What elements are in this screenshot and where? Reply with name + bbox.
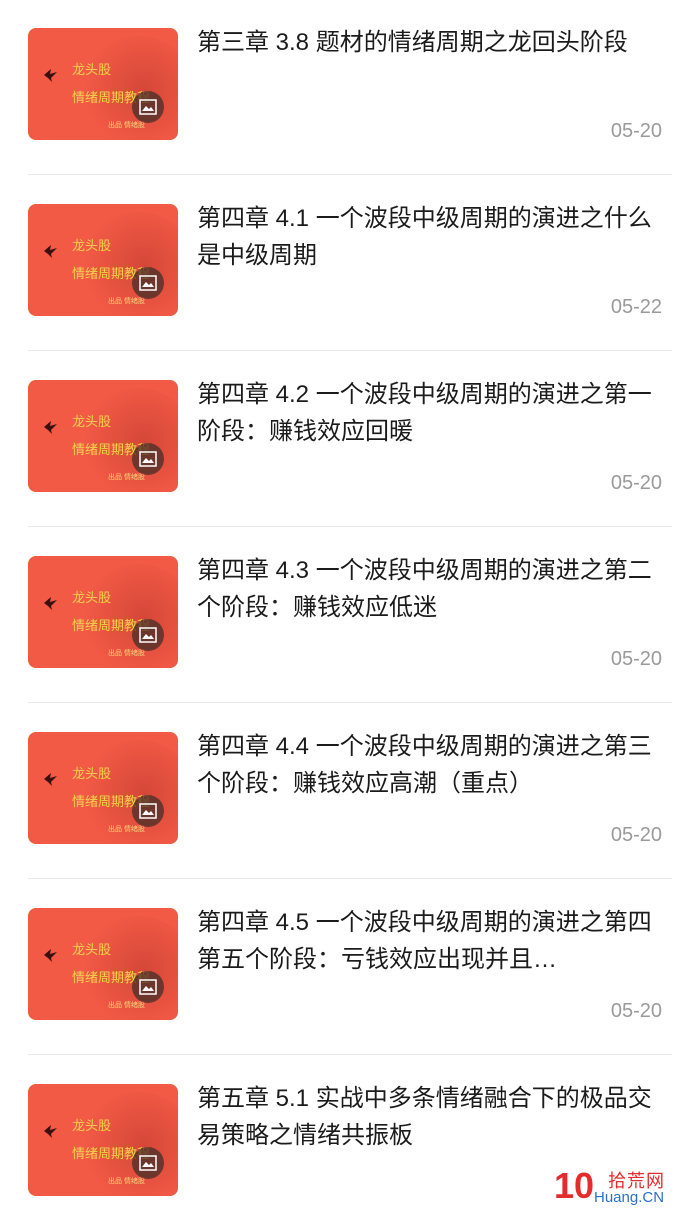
divider: [28, 1054, 672, 1055]
list-item[interactable]: 龙头股 情绪周期教程 出品 情绪股 第四章 4.1 一个波段中级周期的演进之什么…: [0, 176, 700, 351]
thumbnail-brand: 龙头股: [72, 414, 112, 429]
image-icon: [132, 443, 164, 475]
list-item[interactable]: 龙头股 情绪周期教程 出品 情绪股 第四章 4.4 一个波段中级周期的演进之第三…: [0, 704, 700, 879]
divider: [28, 878, 672, 879]
article-thumbnail: 龙头股 情绪周期教程 出品 情绪股: [28, 28, 178, 140]
watermark-domain: Huang.CN: [594, 1189, 665, 1206]
thumbnail-tiny-text: 出品 情绪股: [108, 122, 145, 129]
article-date: 05-20: [610, 824, 662, 846]
divider: [28, 174, 672, 175]
list-item[interactable]: 龙头股 情绪周期教程 出品 情绪股 第四章 4.3 一个波段中级周期的演进之第二…: [0, 528, 700, 703]
list-item[interactable]: 龙头股 情绪周期教程 出品 情绪股 第四章 4.2 一个波段中级周期的演进之第一…: [0, 352, 700, 527]
article-title: 第三章 3.8 题材的情绪周期之龙回头阶段: [197, 29, 628, 56]
article-thumbnail: 龙头股 情绪周期教程 出品 情绪股: [28, 380, 178, 492]
article-date: 05-22: [610, 296, 662, 318]
divider: [28, 350, 672, 351]
image-icon: [132, 619, 164, 651]
bird-icon: [44, 773, 57, 786]
thumbnail-tiny-text: 出品 情绪股: [108, 474, 145, 481]
article-title: 第五章 5.1 实战中多条情绪融合下的极品交易策略之情绪共振板: [197, 1085, 652, 1149]
divider: [28, 702, 672, 703]
image-icon: [132, 971, 164, 1003]
thumbnail-brand: 龙头股: [72, 62, 112, 77]
bird-icon: [44, 949, 57, 962]
thumbnail-brand: 龙头股: [72, 590, 112, 605]
article-date: 05-20: [610, 1000, 662, 1022]
thumbnail-tiny-text: 出品 情绪股: [108, 826, 145, 833]
article-title: 第四章 4.5 一个波段中级周期的演进之第四第五个阶段：亏钱效应出现并且…: [197, 909, 652, 973]
bird-icon: [44, 597, 57, 610]
thumbnail-brand: 龙头股: [72, 1118, 112, 1133]
image-icon: [132, 1147, 164, 1179]
thumbnail-tiny-text: 出品 情绪股: [108, 650, 145, 657]
bird-icon: [44, 245, 57, 258]
thumbnail-brand: 龙头股: [72, 766, 112, 781]
divider: [28, 526, 672, 527]
article-date: 05-20: [610, 472, 662, 494]
thumbnail-tiny-text: 出品 情绪股: [108, 1178, 145, 1185]
thumbnail-brand: 龙头股: [72, 238, 112, 253]
article-title: 第四章 4.3 一个波段中级周期的演进之第二个阶段：赚钱效应低迷: [197, 557, 652, 621]
article-thumbnail: 龙头股 情绪周期教程 出品 情绪股: [28, 732, 178, 844]
list-item[interactable]: 龙头股 情绪周期教程 出品 情绪股 第四章 4.5 一个波段中级周期的演进之第四…: [0, 880, 700, 1055]
article-title: 第四章 4.2 一个波段中级周期的演进之第一阶段：赚钱效应回暖: [197, 381, 652, 445]
article-title: 第四章 4.1 一个波段中级周期的演进之什么是中级周期: [197, 205, 652, 269]
thumbnail-tiny-text: 出品 情绪股: [108, 1002, 145, 1009]
site-watermark: 10 拾荒网 Huang.CN: [554, 1165, 686, 1211]
image-icon: [132, 91, 164, 123]
thumbnail-brand: 龙头股: [72, 942, 112, 957]
article-thumbnail: 龙头股 情绪周期教程 出品 情绪股: [28, 204, 178, 316]
article-thumbnail: 龙头股 情绪周期教程 出品 情绪股: [28, 1084, 178, 1196]
image-icon: [132, 267, 164, 299]
article-thumbnail: 龙头股 情绪周期教程 出品 情绪股: [28, 908, 178, 1020]
bird-icon: [44, 421, 57, 434]
thumbnail-tiny-text: 出品 情绪股: [108, 298, 145, 305]
list-item[interactable]: 龙头股 情绪周期教程 出品 情绪股 第三章 3.8 题材的情绪周期之龙回头阶段 …: [0, 0, 700, 175]
watermark-number: 10: [554, 1165, 595, 1206]
bird-icon: [44, 1125, 57, 1138]
bird-icon: [44, 69, 57, 82]
image-icon: [132, 795, 164, 827]
article-thumbnail: 龙头股 情绪周期教程 出品 情绪股: [28, 556, 178, 668]
article-date: 05-20: [610, 648, 662, 670]
article-title: 第四章 4.4 一个波段中级周期的演进之第三个阶段：赚钱效应高潮（重点）: [197, 733, 652, 797]
article-date: 05-20: [610, 120, 662, 142]
